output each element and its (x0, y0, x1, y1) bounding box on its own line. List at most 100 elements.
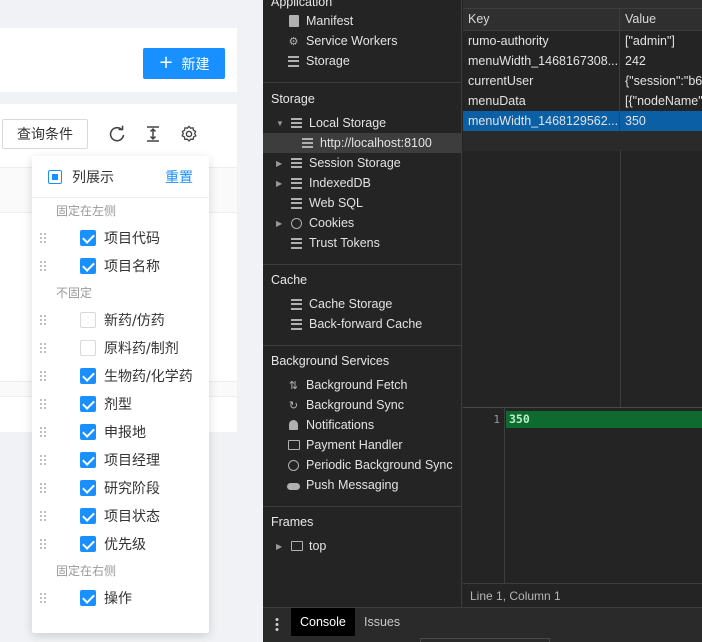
database-icon (290, 197, 303, 210)
column-item[interactable]: 申报地 (32, 418, 209, 446)
column-divider (620, 150, 621, 407)
background-services-title: Background Services (271, 354, 390, 368)
code-line[interactable]: 350 (506, 411, 702, 428)
drag-handle-icon[interactable] (39, 342, 47, 354)
collapsed-arrow-icon[interactable]: ▶ (276, 542, 284, 551)
card-icon (287, 439, 300, 452)
drag-handle-icon[interactable] (39, 398, 47, 410)
column-settings-header: 列展示 重置 (32, 156, 209, 198)
table-row[interactable]: menuWidth_1468167308... 242 (463, 51, 702, 71)
background-sync-item[interactable]: ↻ Background Sync (287, 395, 404, 415)
column-checkbox[interactable] (80, 480, 96, 496)
new-button[interactable]: + 新建 (143, 48, 225, 79)
local-storage-item[interactable]: ▼ Local Storage (276, 113, 386, 133)
column-checkbox[interactable] (80, 424, 96, 440)
console-input[interactable] (420, 638, 550, 642)
session-storage-item[interactable]: ▶ Session Storage (276, 153, 401, 173)
column-label: 新药/仿药 (104, 313, 165, 329)
drag-handle-icon[interactable] (39, 510, 47, 522)
value-column-header[interactable]: Value (620, 9, 702, 30)
column-group-title: 不固定 (56, 286, 93, 300)
collapsed-arrow-icon[interactable]: ▶ (276, 159, 284, 168)
column-label: 生物药/化学药 (104, 369, 193, 385)
column-item[interactable]: 优先级 (32, 530, 209, 558)
frame-top-item[interactable]: ▶ top (276, 536, 326, 556)
divider (263, 506, 461, 507)
back-forward-cache-label: Back-forward Cache (309, 317, 423, 331)
manifest-item[interactable]: Manifest (287, 11, 353, 31)
service-workers-item[interactable]: ⚙ Service Workers (287, 31, 398, 51)
cache-storage-item[interactable]: Cache Storage (290, 294, 392, 314)
websql-item[interactable]: Web SQL (290, 193, 363, 213)
collapsed-arrow-icon[interactable]: ▶ (276, 219, 284, 228)
column-checkbox[interactable] (80, 590, 96, 606)
column-item[interactable]: 项目经理 (32, 446, 209, 474)
divider (263, 345, 461, 346)
key-value-table: Key Value rumo-authority ["admin"] menuWid… (463, 9, 702, 131)
payment-handler-item[interactable]: Payment Handler (287, 435, 403, 455)
query-conditions-button[interactable]: 查询条件 (2, 119, 88, 149)
drag-handle-icon[interactable] (39, 232, 47, 244)
column-item[interactable]: 项目代码 (32, 224, 209, 252)
column-item[interactable]: 新药/仿药 (32, 306, 209, 334)
drag-handle-icon[interactable] (39, 454, 47, 466)
column-checkbox[interactable] (80, 452, 96, 468)
background-sync-label: Background Sync (306, 398, 404, 412)
column-item[interactable]: 生物药/化学药 (32, 362, 209, 390)
indexeddb-item[interactable]: ▶ IndexedDB (276, 173, 371, 193)
value-preview: 1 350 Line 1, Column 1 (463, 407, 702, 607)
select-all-checkbox[interactable] (48, 169, 62, 184)
drag-handle-icon[interactable] (39, 370, 47, 382)
column-item[interactable]: 原料药/制剂 (32, 334, 209, 362)
table-row[interactable]: rumo-authority ["admin"] (463, 31, 702, 51)
column-checkbox[interactable] (80, 312, 96, 328)
periodic-background-sync-item[interactable]: Periodic Background Sync (287, 455, 453, 475)
local-origin-label: http://localhost:8100 (320, 136, 432, 150)
column-item[interactable]: 项目状态 (32, 502, 209, 530)
column-item[interactable]: 操作 (32, 584, 209, 612)
tab-issues[interactable]: Issues (355, 608, 409, 636)
drag-handle-icon[interactable] (39, 314, 47, 326)
push-messaging-item[interactable]: Push Messaging (287, 475, 398, 495)
column-checkbox[interactable] (80, 258, 96, 274)
trust-tokens-item[interactable]: Trust Tokens (290, 233, 380, 253)
column-checkbox[interactable] (80, 396, 96, 412)
column-checkbox[interactable] (80, 368, 96, 384)
drag-handle-icon[interactable] (39, 592, 47, 604)
column-checkbox[interactable] (80, 340, 96, 356)
storage-item[interactable]: Storage (287, 51, 350, 71)
notifications-item[interactable]: Notifications (287, 415, 374, 435)
column-groups: 固定在左侧 项目代码 项目名称 不固定 新药/仿药 原料药/制剂 生物药/化学药 剂型 申报地项… (32, 198, 209, 612)
back-forward-cache-item[interactable]: Back-forward Cache (290, 314, 422, 334)
key-column-header[interactable]: Key (463, 9, 620, 30)
reload-icon[interactable] (107, 124, 127, 144)
drag-handle-icon[interactable] (39, 426, 47, 438)
value-cell: {"session":"b6 (625, 74, 702, 88)
line-gutter: 1 (463, 408, 505, 583)
background-fetch-item[interactable]: ⇅ Background Fetch (287, 375, 408, 395)
table-row[interactable]: menuData [{"nodeName" (463, 91, 702, 111)
drag-handle-icon[interactable] (39, 538, 47, 550)
drag-handle-icon[interactable] (39, 260, 47, 272)
more-menu-icon[interactable] (275, 617, 279, 631)
local-origin-item[interactable]: http://localhost:8100 (301, 133, 432, 153)
session-storage-label: Session Storage (309, 156, 401, 170)
collapsed-arrow-icon[interactable]: ▶ (276, 179, 284, 188)
drag-handle-icon[interactable] (39, 482, 47, 494)
column-height-icon[interactable] (143, 124, 163, 144)
application-sidebar: Application Manifest ⚙ Service Workers S… (263, 0, 462, 607)
column-item[interactable]: 剂型 (32, 390, 209, 418)
column-item[interactable]: 项目名称 (32, 252, 209, 280)
table-row[interactable]: menuWidth_1468129562... 350 (463, 111, 702, 131)
reset-link[interactable]: 重置 (165, 167, 193, 187)
column-checkbox[interactable] (80, 508, 96, 524)
cookies-item[interactable]: ▶ Cookies (276, 213, 354, 233)
column-checkbox[interactable] (80, 536, 96, 552)
tab-console[interactable]: Console (291, 608, 355, 636)
column-item[interactable]: 研究阶段 (32, 474, 209, 502)
expanded-arrow-icon[interactable]: ▼ (276, 119, 284, 128)
table-row[interactable]: currentUser {"session":"b6 (463, 71, 702, 91)
database-icon (290, 298, 303, 311)
setting-icon[interactable] (179, 124, 199, 144)
column-checkbox[interactable] (80, 230, 96, 246)
